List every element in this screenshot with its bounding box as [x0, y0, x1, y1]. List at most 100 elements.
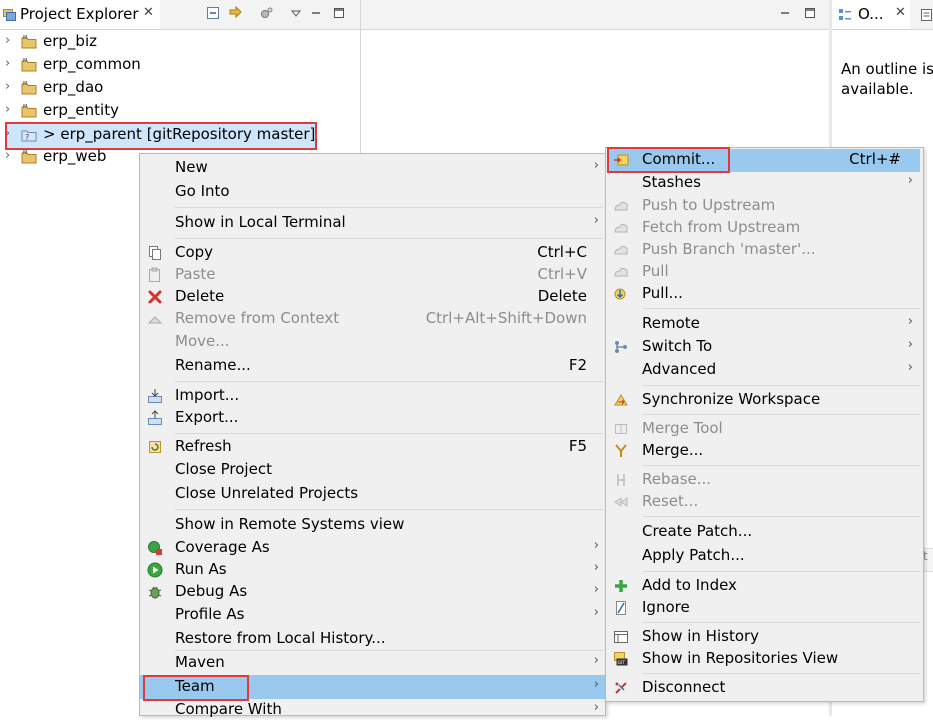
disconnect-icon [615, 682, 627, 694]
submenu-item-create-patch[interactable]: Create Patch... [606, 521, 922, 543]
submenu-item-label: Reset... [642, 492, 699, 510]
chevron-right-icon[interactable]: › [5, 56, 10, 71]
tree-item-erp-common[interactable]: › M erp_common [0, 54, 360, 77]
chevron-right-icon: › [907, 360, 913, 375]
minimize-icon[interactable] [776, 4, 794, 22]
menu-separator [175, 433, 603, 434]
menu-item-label: Compare With [175, 700, 282, 718]
tree-item-erp-biz[interactable]: › M erp_biz [0, 31, 360, 54]
menu-item-close-unrelated-projects[interactable]: Close Unrelated Projects [139, 483, 604, 505]
view-menu-icon[interactable] [287, 4, 305, 22]
menu-item-label: Go Into [175, 182, 230, 200]
menu-item-run-as[interactable]: Run As › [139, 559, 604, 581]
collapse-all-icon[interactable] [204, 4, 222, 22]
menu-separator [642, 571, 920, 572]
menu-item-paste[interactable]: Paste Ctrl+V [139, 264, 604, 286]
submenu-item-fetch-from-upstream[interactable]: Fetch from Upstream [606, 217, 922, 239]
reset-icon [614, 497, 628, 507]
menu-item-new[interactable]: New › [139, 157, 604, 179]
chevron-right-icon[interactable]: › [5, 79, 10, 94]
submenu-item-apply-patch[interactable]: Apply Patch... [606, 545, 922, 567]
outline-message: An outline is available. [841, 60, 933, 98]
push-branch-icon [614, 245, 628, 255]
editor-tabbar [361, 0, 829, 30]
submenu-item-label: Advanced [642, 360, 717, 378]
menu-item-restore-from-local-history[interactable]: Restore from Local History... [139, 628, 604, 650]
menu-item-show-in-remote-systems-view[interactable]: Show in Remote Systems view [139, 514, 604, 536]
svg-text:M: M [23, 104, 27, 110]
pull-dialog-icon [614, 288, 626, 300]
menu-item-go-into[interactable]: Go Into [139, 181, 604, 203]
menu-separator [175, 650, 603, 651]
maven-project-icon: M [21, 150, 37, 164]
chevron-right-icon: › [593, 700, 599, 715]
menu-item-compare-with[interactable]: Compare With › [139, 699, 604, 721]
submenu-item-rebase[interactable]: Rebase... [606, 469, 922, 491]
tree-item-erp-entity[interactable]: › M erp_entity [0, 100, 360, 123]
menu-item-export[interactable]: Export... [139, 407, 604, 429]
project-explorer-tab[interactable]: Project Explorer ✕ [0, 0, 160, 29]
menu-item-label: Copy [175, 243, 214, 261]
debug-icon [148, 586, 162, 599]
menu-item-shortcut: Ctrl+V [537, 265, 587, 283]
submenu-item-label: Ignore [642, 598, 690, 616]
chevron-right-icon: › [593, 653, 599, 668]
svg-text:M: M [23, 35, 27, 41]
chevron-right-icon: › [593, 605, 599, 620]
menu-item-rename[interactable]: Rename... F2 [139, 355, 604, 377]
submenu-item-remote[interactable]: Remote › [606, 313, 922, 335]
submenu-item-stashes[interactable]: Stashes › [606, 172, 922, 194]
close-icon[interactable]: ✕ [143, 5, 154, 20]
menu-item-shortcut: Ctrl+Alt+Shift+Down [425, 309, 587, 327]
filters-icon[interactable] [258, 4, 276, 22]
svg-text:M: M [23, 81, 27, 87]
menu-item-profile-as[interactable]: Profile As › [139, 604, 604, 626]
menu-item-close-project[interactable]: Close Project [139, 459, 604, 481]
menu-item-coverage-as[interactable]: Coverage As › [139, 537, 604, 559]
submenu-item-pull[interactable]: Pull... [606, 283, 922, 305]
menu-separator [642, 673, 920, 674]
link-with-editor-icon[interactable] [227, 4, 245, 22]
submenu-item-push-to-upstream[interactable]: Push to Upstream [606, 195, 922, 217]
menu-item-maven[interactable]: Maven › [139, 652, 604, 674]
menu-item-refresh[interactable]: Refresh F5 [139, 436, 604, 458]
submenu-item-merge-tool[interactable]: Merge Tool [606, 418, 922, 440]
submenu-item-show-in-history[interactable]: Show in History [606, 626, 922, 648]
maximize-icon[interactable] [330, 4, 348, 22]
submenu-item-push-branch[interactable]: Push Branch 'master'... [606, 239, 922, 261]
maximize-icon[interactable] [801, 4, 819, 22]
submenu-item-show-in-repositories-view[interactable]: GIT Show in Repositories View [606, 648, 922, 670]
submenu-item-synchronize-workspace[interactable]: Synchronize Workspace [606, 389, 922, 411]
menu-item-debug-as[interactable]: Debug As › [139, 581, 604, 603]
submenu-item-advanced[interactable]: Advanced › [606, 359, 922, 381]
menu-item-copy[interactable]: Copy Ctrl+C [139, 242, 604, 264]
menu-item-import[interactable]: Import... [139, 385, 604, 407]
close-icon[interactable]: ✕ [895, 5, 906, 20]
submenu-item-disconnect[interactable]: Disconnect [606, 677, 922, 699]
menu-item-show-in-local-terminal[interactable]: Show in Local Terminal › [139, 212, 604, 234]
submenu-item-add-to-index[interactable]: Add to Index [606, 575, 922, 597]
chevron-right-icon[interactable]: › [5, 102, 10, 117]
tree-item-erp-dao[interactable]: › M erp_dao [0, 77, 360, 100]
history-icon [614, 631, 628, 643]
menu-item-label: Move... [175, 332, 230, 350]
task-list-icon[interactable] [920, 8, 933, 22]
submenu-item-pull-disabled[interactable]: Pull [606, 261, 922, 283]
submenu-item-ignore[interactable]: Ignore [606, 597, 922, 619]
menu-item-shortcut: F2 [568, 356, 587, 374]
menu-item-label: Export... [175, 408, 239, 426]
submenu-item-label: Pull... [642, 284, 683, 302]
submenu-item-reset[interactable]: Reset... [606, 491, 922, 513]
menu-item-move[interactable]: Move... [139, 331, 604, 353]
minimize-icon[interactable] [307, 4, 325, 22]
submenu-item-merge[interactable]: Merge... [606, 440, 922, 462]
menu-item-label: Import... [175, 386, 240, 404]
chevron-right-icon[interactable]: › [5, 33, 10, 48]
add-index-icon [615, 580, 627, 592]
menu-separator [642, 385, 920, 386]
svg-text:GIT: GIT [618, 660, 626, 666]
submenu-item-switch-to[interactable]: Switch To › [606, 336, 922, 358]
menu-item-delete[interactable]: Delete Delete [139, 286, 604, 308]
menu-item-remove-from-context[interactable]: Remove from Context Ctrl+Alt+Shift+Down [139, 308, 604, 330]
chevron-right-icon[interactable]: › [5, 148, 10, 163]
